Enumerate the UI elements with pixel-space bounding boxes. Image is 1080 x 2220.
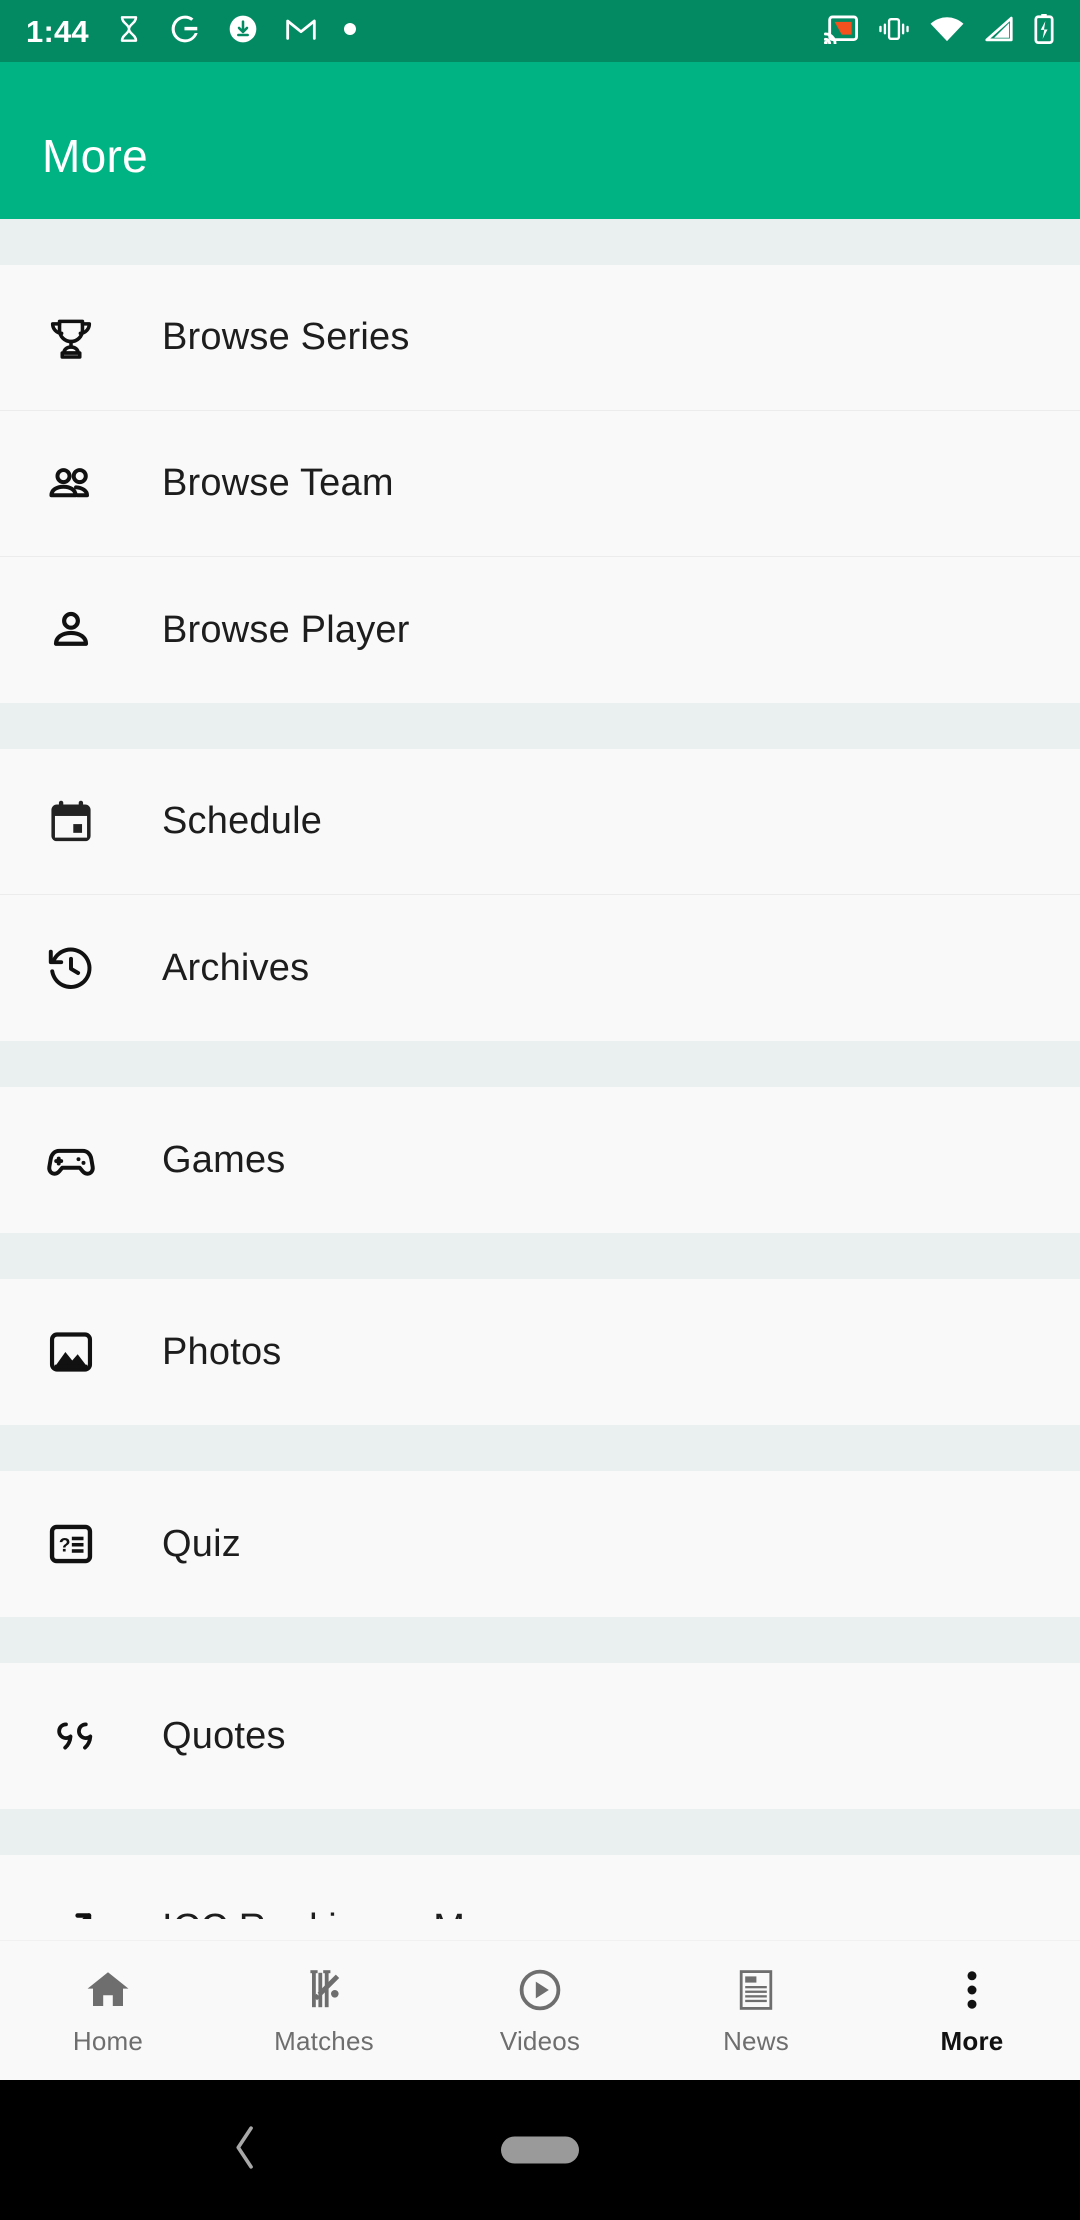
quote-icon — [42, 1707, 100, 1765]
menu-item-label: Browse Player — [162, 608, 410, 651]
person-icon — [42, 601, 100, 659]
chevron-left-icon[interactable] — [228, 2119, 262, 2182]
cast-icon — [824, 14, 858, 49]
menu-item-photos[interactable]: Photos — [0, 1279, 1080, 1425]
system-navigation-bar — [0, 2080, 1080, 2220]
menu-item-label: Photos — [162, 1330, 282, 1373]
trophy-icon — [42, 309, 100, 367]
dot-icon — [343, 22, 357, 41]
menu-item-schedule[interactable]: Schedule — [0, 749, 1080, 895]
news-article-icon — [731, 1964, 781, 2016]
group-separator — [0, 219, 1080, 265]
menu-group: Schedule Archives — [0, 749, 1080, 1041]
group-separator — [0, 1809, 1080, 1855]
menu-item-label: Games — [162, 1138, 286, 1181]
history-icon — [42, 939, 100, 997]
nav-tab-label: Videos — [499, 2026, 581, 2056]
menu-item-browse-series[interactable]: Browse Series — [0, 265, 1080, 411]
menu-group: ? Quiz — [0, 1471, 1080, 1617]
menu-list[interactable]: Browse Series Browse Team Browse Player … — [0, 219, 1080, 1919]
bottom-navigation-bar: Home Matches Videos News More — [0, 1940, 1080, 2080]
menu-item-label: Archives — [162, 946, 310, 989]
cellular-signal-icon — [984, 16, 1014, 47]
svg-text:?: ? — [59, 1535, 71, 1557]
menu-item-quiz[interactable]: ? Quiz — [0, 1471, 1080, 1617]
status-bar-left: 1:44 — [26, 13, 357, 50]
wifi-icon — [930, 16, 964, 47]
menu-group: ICC Rankings - Men — [0, 1855, 1080, 1919]
status-bar: 1:44 — [0, 0, 1080, 62]
group-separator — [0, 1425, 1080, 1471]
nav-tab-videos[interactable]: Videos — [432, 1941, 648, 2080]
menu-item-label: Quotes — [162, 1714, 286, 1757]
play-circle-icon — [515, 1964, 565, 2016]
download-circle-icon — [227, 13, 259, 50]
menu-item-label: ICC Rankings - Men — [162, 1907, 508, 1920]
gmail-icon — [285, 16, 317, 47]
status-clock: 1:44 — [26, 13, 89, 49]
people-icon — [42, 455, 100, 513]
menu-item-icc-rankings-men[interactable]: ICC Rankings - Men — [0, 1855, 1080, 1919]
nav-tab-label: More — [940, 2026, 1004, 2056]
menu-item-label: Quiz — [162, 1522, 241, 1565]
cricket-bat-icon — [299, 1964, 349, 2016]
menu-group: Browse Series Browse Team Browse Player — [0, 265, 1080, 703]
nav-tab-more[interactable]: More — [864, 1941, 1080, 2080]
gamepad-icon — [42, 1131, 100, 1189]
nav-tab-label: Home — [72, 2026, 144, 2056]
menu-group: Games — [0, 1087, 1080, 1233]
group-separator — [0, 1041, 1080, 1087]
image-icon — [42, 1323, 100, 1381]
menu-item-label: Schedule — [162, 800, 323, 842]
nav-tab-label: Matches — [274, 2026, 374, 2056]
more-vertical-icon — [947, 1964, 997, 2016]
trending-up-icon — [42, 1899, 100, 1919]
quiz-icon: ? — [42, 1515, 100, 1573]
menu-item-games[interactable]: Games — [0, 1087, 1080, 1233]
home-icon — [83, 1964, 133, 2016]
group-separator — [0, 1233, 1080, 1279]
menu-item-browse-team[interactable]: Browse Team — [0, 411, 1080, 557]
group-separator — [0, 1617, 1080, 1663]
calendar-icon — [42, 793, 100, 851]
nav-tab-label: News — [723, 2026, 789, 2056]
nav-tab-news[interactable]: News — [648, 1941, 864, 2080]
battery-charging-icon — [1034, 13, 1054, 49]
group-separator — [0, 703, 1080, 749]
page-title: More — [42, 130, 149, 182]
nav-tab-matches[interactable]: Matches — [216, 1941, 432, 2080]
vibrate-icon — [878, 16, 910, 47]
status-bar-right — [824, 13, 1054, 49]
menu-item-label: Browse Series — [162, 316, 410, 358]
menu-item-label: Browse Team — [162, 462, 394, 504]
menu-item-archives[interactable]: Archives — [0, 895, 1080, 1041]
app-bar: More — [0, 62, 1080, 219]
menu-item-quotes[interactable]: Quotes — [0, 1663, 1080, 1809]
menu-item-browse-player[interactable]: Browse Player — [0, 557, 1080, 703]
menu-group: Photos — [0, 1279, 1080, 1425]
hourglass-icon — [115, 14, 143, 49]
home-pill-indicator[interactable] — [501, 2136, 579, 2164]
menu-group: Quotes — [0, 1663, 1080, 1809]
nav-tab-home[interactable]: Home — [0, 1941, 216, 2080]
google-icon — [169, 13, 201, 50]
